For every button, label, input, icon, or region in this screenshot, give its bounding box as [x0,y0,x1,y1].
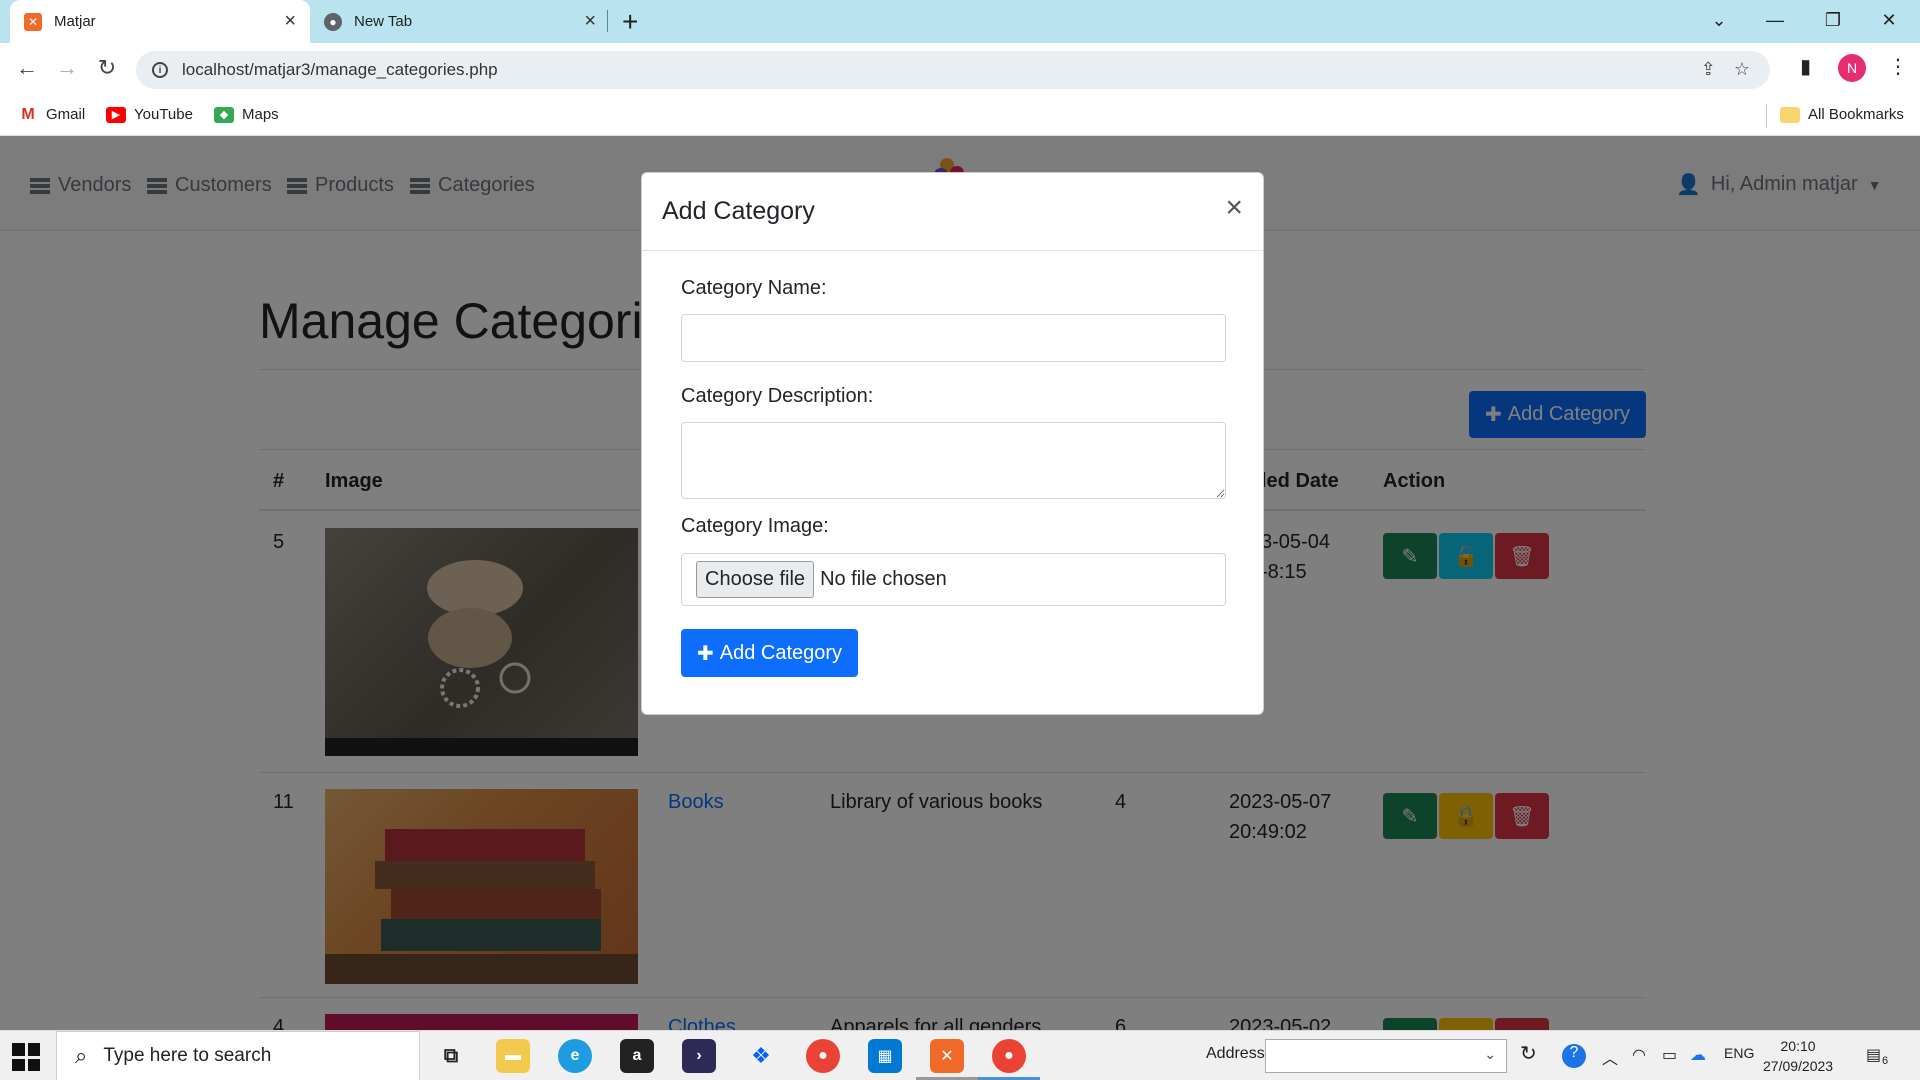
xampp-favicon-icon: ✕ [24,12,42,31]
tab-matjar[interactable]: ✕ Matjar × [10,0,310,43]
network-icon[interactable]: ◠ [1632,1045,1646,1065]
bookmark-youtube[interactable]: ▶ YouTube [106,106,193,123]
browser-toolbar: ← → ↻ i localhost/matjar3/manage_categor… [0,43,1920,96]
notification-count: 6 [1882,1055,1889,1067]
bookmark-label: Maps [242,106,279,123]
all-bookmarks-label: All Bookmarks [1808,106,1904,123]
file-explorer-icon[interactable]: ▬ [496,1039,530,1073]
tab-search-icon[interactable]: ⌄ [1696,0,1742,40]
youtube-icon: ▶ [106,106,126,123]
side-panel-icon[interactable]: ▮ [1800,54,1811,79]
task-view-icon[interactable]: ⧉ [434,1039,468,1073]
add-category-modal: Add Category × Category Name: Category D… [641,172,1264,715]
chrome-icon[interactable]: ● [806,1039,840,1073]
tab-separator [607,10,608,32]
tab-title: New Tab [354,13,413,30]
submit-label: Add Category [719,641,843,664]
search-placeholder: Type here to search [103,1045,272,1066]
address-toolbar-label: Address [1206,1045,1265,1062]
share-icon[interactable]: ⇪ [1701,59,1716,80]
site-info-icon[interactable]: i [152,62,168,78]
battery-icon[interactable]: ▭ [1662,1045,1677,1065]
no-file-text: No file chosen [820,568,947,590]
bookmark-label: Gmail [46,106,86,123]
forward-icon[interactable]: → [52,55,82,81]
help-icon[interactable]: ? [1562,1044,1586,1068]
category-description-textarea[interactable] [681,422,1226,499]
choose-file-button[interactable]: Choose file [696,561,815,598]
chrome-profile-icon[interactable]: ● [992,1039,1026,1073]
xampp-icon[interactable]: ✕ [930,1039,964,1073]
chrome-favicon-icon: ● [324,12,342,31]
bookmark-maps[interactable]: ◆ Maps [214,106,279,123]
dropbox-icon[interactable]: ❖ [744,1039,778,1073]
chevron-down-icon[interactable]: ⌄ [1484,1046,1496,1063]
menu-kebab-icon[interactable]: ⋮ [1888,54,1908,79]
onedrive-icon[interactable]: ☁ [1690,1045,1706,1065]
submit-add-category-button[interactable]: ✚ Add Category [681,629,858,677]
visual-studio-icon[interactable]: › [682,1039,716,1073]
gmail-icon: M [21,105,35,123]
system-clock[interactable]: 20:10 27/09/2023 [1763,1036,1833,1076]
close-window-icon[interactable]: ✕ [1866,0,1912,40]
amazon-icon[interactable]: a [620,1039,654,1073]
language-indicator[interactable]: ENG [1724,1045,1754,1061]
windows-start-icon[interactable] [12,1043,40,1071]
windows-taskbar: ⌕ Type here to search ⧉ ▬ e a › ❖ ● ▦ ✕ … [0,1030,1920,1080]
bookmark-star-icon[interactable]: ☆ [1734,59,1750,80]
store-icon[interactable]: ▦ [868,1039,902,1073]
bookmark-label: YouTube [134,106,193,123]
page-content: Vendors Customers Products Categories 👤 … [0,136,1920,1030]
category-description-label: Category Description: [681,385,874,407]
category-image-label: Category Image: [681,515,829,537]
clock-date: 27/09/2023 [1763,1058,1834,1074]
tab-new-tab[interactable]: ● New Tab × [310,0,610,43]
all-bookmarks[interactable]: All Bookmarks [1780,106,1904,123]
modal-title: Add Category [662,197,815,225]
profile-avatar[interactable]: N [1838,54,1866,82]
minimize-icon[interactable]: — [1752,0,1798,40]
reload-icon[interactable]: ↻ [92,55,122,81]
tab-strip: ✕ Matjar × ● New Tab × + ⌄ — ❐ ✕ [0,0,1920,43]
search-icon: ⌕ [75,1043,88,1068]
address-toolbar-input[interactable]: ⌄ [1265,1039,1507,1073]
chevron-up-icon[interactable]: ︿ [1602,1045,1618,1069]
category-name-input[interactable] [681,314,1226,362]
bookmark-gmail[interactable]: M Gmail [18,105,86,124]
folder-icon [1780,106,1800,123]
edge-icon[interactable]: e [558,1039,592,1073]
plus-icon: ✚ [696,642,714,665]
clock-time: 20:10 [1780,1038,1816,1054]
restore-icon[interactable]: ❐ [1810,0,1856,40]
url-text: localhost/matjar3/manage_categories.php [182,60,498,79]
notifications-icon[interactable]: ▤ [1866,1045,1881,1065]
bookmarks-bar: M Gmail ▶ YouTube ◆ Maps All Bookmarks [0,96,1920,136]
category-image-file-input[interactable]: Choose file No file chosen [681,553,1226,606]
tab-title: Matjar [54,13,96,30]
close-icon[interactable]: × [1225,193,1243,223]
refresh-icon[interactable]: ↻ [1520,1041,1537,1066]
modal-header: Add Category × [642,173,1263,251]
address-bar[interactable]: i localhost/matjar3/manage_categories.ph… [136,51,1770,89]
tab-close-icon[interactable]: × [584,10,596,33]
taskbar-search[interactable]: ⌕ Type here to search [56,1031,420,1080]
back-icon[interactable]: ← [12,55,42,81]
new-tab-icon[interactable]: + [622,6,638,38]
bookmark-divider [1766,104,1767,128]
maps-icon: ◆ [214,106,234,123]
tab-close-icon[interactable]: × [284,10,296,33]
category-name-label: Category Name: [681,277,827,299]
